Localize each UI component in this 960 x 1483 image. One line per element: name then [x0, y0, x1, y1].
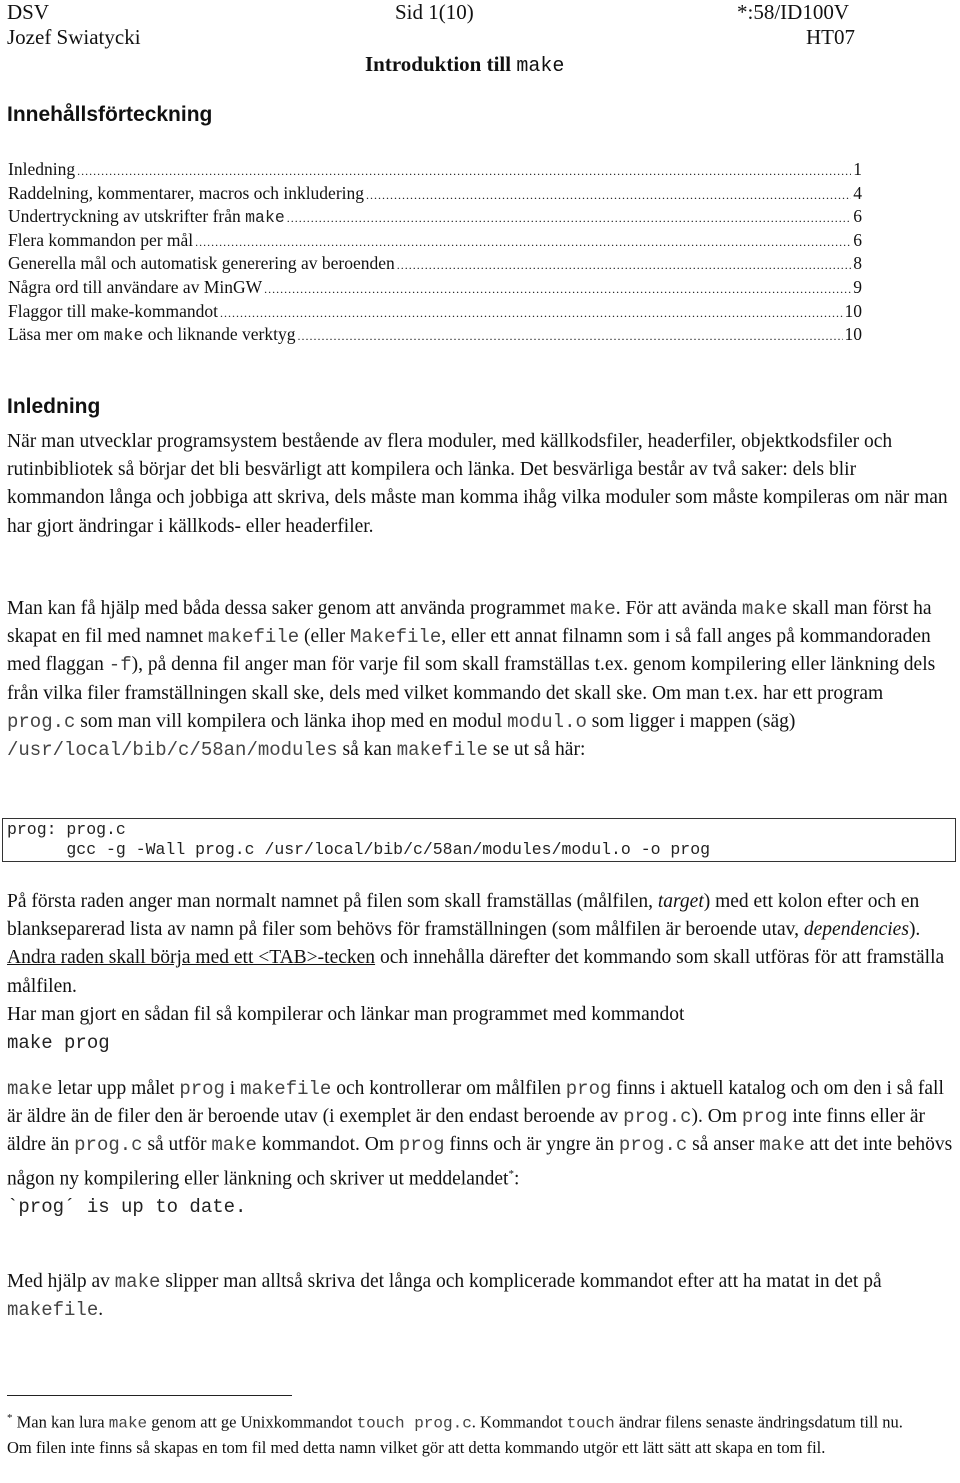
- toc-item[interactable]: Generella mål och automatisk generering …: [8, 252, 862, 276]
- header-org: DSV: [7, 0, 50, 24]
- section-heading: Inledning: [7, 395, 101, 418]
- command-make-prog: make prog: [7, 1032, 110, 1055]
- header-term: HT07: [806, 25, 855, 49]
- footnote-separator: [7, 1395, 292, 1396]
- toc-item[interactable]: Raddelning, kommentarer, macros och inkl…: [8, 182, 862, 206]
- paragraph-make-usage: Man kan få hjälp med båda dessa saker ge…: [7, 598, 936, 762]
- header-course-code: *:58/ID100V: [737, 0, 849, 24]
- toc-item[interactable]: Inledning...............................…: [8, 158, 862, 182]
- toc-item[interactable]: Några ord till användare av MinGW.......…: [8, 276, 862, 300]
- paragraph-summary: Med hjälp av make slipper man alltså skr…: [7, 1271, 882, 1322]
- up-to-date-message: `prog´ is up to date.: [7, 1196, 247, 1219]
- header-author: Jozef Swiatycki: [7, 25, 141, 49]
- toc-heading: Innehållsförteckning: [7, 103, 213, 126]
- paragraph-explanation: På första raden anger man normalt namnet…: [7, 891, 945, 1055]
- code-line: prog: prog.c: [7, 820, 126, 839]
- paragraph-intro: När man utvecklar programsystem beståend…: [7, 431, 948, 537]
- tab-rule-emphasis: Andra raden skall börja med ett <TAB>-te…: [7, 947, 376, 969]
- toc-item[interactable]: Undertryckning av utskrifter från make..…: [8, 205, 862, 229]
- toc-item[interactable]: Flaggor till make-kommandot.............…: [8, 300, 862, 324]
- footnote: * Man kan lura make genom att ge Unixkom…: [7, 1412, 903, 1457]
- document-title: Introduktion till make: [365, 52, 565, 78]
- toc-item[interactable]: Flera kommandon per mål.................…: [8, 229, 862, 253]
- toc-item[interactable]: Läsa mer om make och liknande verktyg...…: [8, 323, 862, 347]
- code-line: gcc -g -Wall prog.c /usr/local/bib/c/58a…: [7, 839, 711, 859]
- makefile-code-block: prog: prog.c gcc -g -Wall prog.c /usr/lo…: [2, 818, 956, 862]
- table-of-contents: Inledning...............................…: [8, 158, 862, 347]
- header-page-number: Sid 1(10): [395, 0, 474, 24]
- paragraph-make-behavior: make letar upp målet prog i makefile och…: [7, 1078, 953, 1219]
